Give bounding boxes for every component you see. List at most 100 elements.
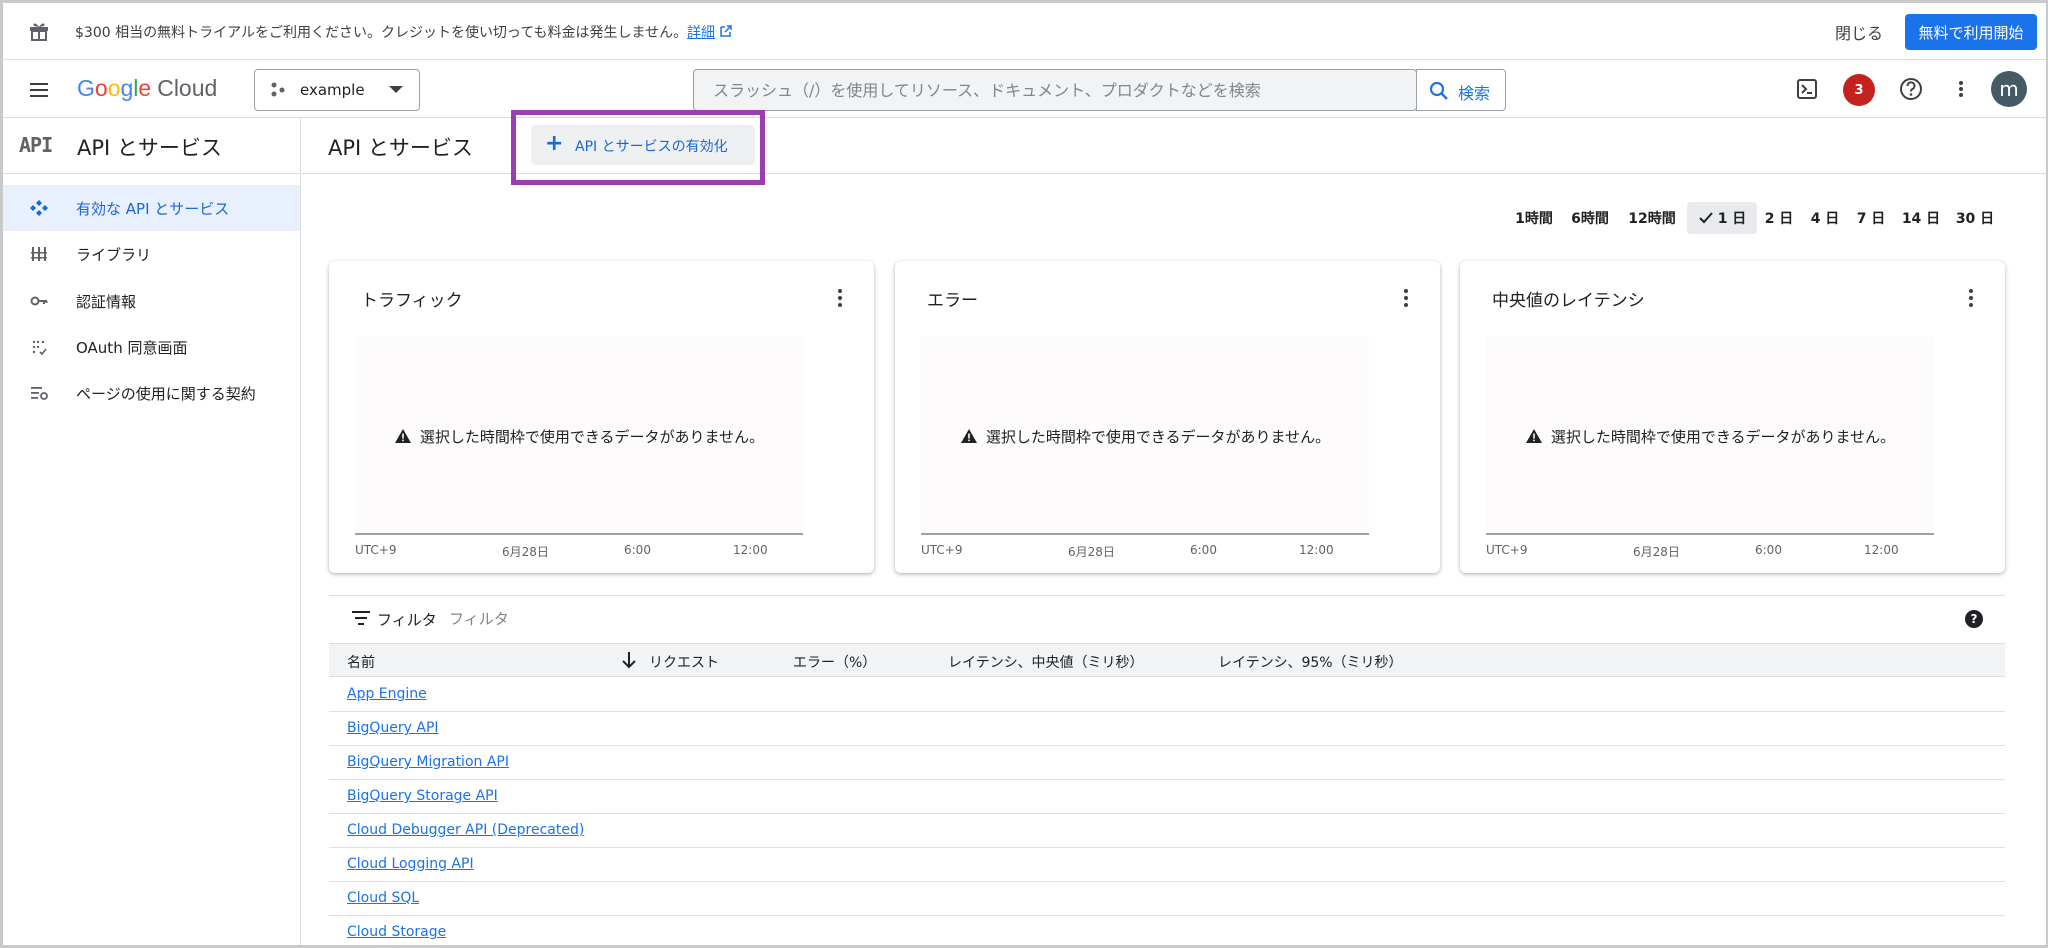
sidebar-title: API とサービス: [77, 136, 222, 160]
api-link[interactable]: Cloud SQL: [347, 890, 419, 906]
card-title: トラフィック: [361, 291, 463, 311]
filter-input[interactable]: [449, 604, 849, 634]
top-bar: GoogleCloud example 検索 3 m: [3, 61, 2046, 118]
sidebar-item-page-usage-agreements[interactable]: ページの使用に関する契約: [3, 370, 300, 416]
project-selector[interactable]: example: [254, 69, 420, 111]
warning-icon: [960, 429, 977, 443]
tick-label: UTC+9: [921, 543, 963, 557]
range-1d-label: 1 日: [1717, 211, 1747, 227]
column-errors[interactable]: エラー（%）: [793, 652, 876, 672]
tick-label: UTC+9: [355, 543, 397, 557]
warning-icon: [1525, 429, 1542, 443]
range-14d[interactable]: 14 日: [1899, 202, 1943, 234]
sidebar: API API とサービス 有効な API とサービス ライブラリ 認証情報 O…: [3, 118, 301, 945]
api-table: フィルタ ? 名前 リクエスト エラー（%） レイテンシ、中央値（ミリ秒） レイ…: [329, 595, 2005, 945]
sidebar-item-label: 有効な API とサービス: [76, 200, 230, 218]
arrow-down-icon[interactable]: [621, 650, 637, 670]
more-vert-icon[interactable]: [832, 287, 848, 309]
settings-list-icon: [31, 387, 48, 400]
api-link[interactable]: App Engine: [347, 686, 427, 702]
gift-icon: [30, 23, 48, 41]
project-name: example: [300, 81, 365, 99]
enable-apis-label: API とサービスの有効化: [575, 139, 728, 155]
table-row: BigQuery Migration API: [329, 746, 2005, 780]
search-input[interactable]: [695, 71, 1417, 109]
warning-icon: [394, 429, 411, 443]
tick-label: 6:00: [1755, 543, 1782, 557]
hamburger-menu-icon[interactable]: [27, 78, 51, 102]
api-link[interactable]: Cloud Storage: [347, 924, 446, 940]
tick-label: 6月28日: [502, 545, 549, 559]
range-6h[interactable]: 6時間: [1567, 202, 1613, 234]
trial-message: $300 相当の無料トライアルをご利用ください。クレジットを使い切っても料金は発…: [75, 25, 688, 41]
enable-button-highlight: + API とサービスの有効化: [511, 110, 765, 185]
enable-apis-button[interactable]: + API とサービスの有効化: [531, 125, 755, 165]
range-1h[interactable]: 1時間: [1511, 202, 1557, 234]
api-link[interactable]: BigQuery Migration API: [347, 754, 509, 770]
start-free-button[interactable]: 無料で利用開始: [1905, 14, 2037, 50]
api-link[interactable]: BigQuery API: [347, 720, 439, 736]
chart-plot-area: 選択した時間枠で使用できるデータがありません。: [921, 337, 1369, 535]
range-1d[interactable]: 1 日: [1687, 202, 1757, 234]
more-vert-icon[interactable]: [1398, 287, 1414, 309]
no-data-message: 選択した時間枠で使用できるデータがありません。: [1486, 337, 1934, 535]
table-row: BigQuery Storage API: [329, 780, 2005, 814]
sidebar-item-credentials[interactable]: 認証情報: [3, 278, 300, 324]
sidebar-item-oauth-consent[interactable]: OAuth 同意画面: [3, 324, 300, 370]
notifications-badge[interactable]: 3: [1843, 74, 1875, 106]
card-title: 中央値のレイテンシ: [1492, 291, 1645, 311]
project-icon: [271, 82, 285, 97]
filter-bar: フィルタ ?: [329, 596, 2005, 642]
sidebar-item-label: 認証情報: [76, 293, 137, 311]
help-icon[interactable]: ?: [1965, 610, 1983, 628]
search-button[interactable]: 検索: [1416, 69, 1506, 111]
api-link[interactable]: BigQuery Storage API: [347, 788, 498, 804]
range-4d[interactable]: 4 日: [1807, 202, 1843, 234]
account-avatar[interactable]: m: [1991, 71, 2027, 107]
sidebar-item-enabled-apis[interactable]: 有効な API とサービス: [3, 185, 300, 231]
column-latency-median[interactable]: レイテンシ、中央値（ミリ秒）: [948, 652, 1143, 672]
tick-label: 6:00: [624, 543, 651, 557]
range-7d[interactable]: 7 日: [1853, 202, 1889, 234]
sidebar-item-label: OAuth 同意画面: [76, 339, 188, 357]
caret-down-icon: [389, 86, 403, 93]
tick-label: UTC+9: [1486, 543, 1528, 557]
diamond-grid-icon: [30, 200, 48, 216]
library-icon: [31, 247, 47, 261]
help-icon[interactable]: [1895, 73, 1927, 105]
tick-label: 12:00: [733, 543, 768, 557]
trial-banner: $300 相当の無料トライアルをご利用ください。クレジットを使い切っても料金は発…: [3, 3, 2046, 60]
sidebar-item-label: ページの使用に関する契約: [76, 385, 256, 403]
close-banner-button[interactable]: 閉じる: [1835, 20, 1883, 44]
tick-label: 6月28日: [1068, 545, 1115, 559]
api-link[interactable]: Cloud Logging API: [347, 856, 474, 872]
column-requests[interactable]: リクエスト: [649, 652, 719, 672]
table-row: Cloud Storage: [329, 916, 2005, 945]
more-vert-icon[interactable]: [1945, 73, 1977, 105]
filter-icon[interactable]: [352, 611, 370, 625]
api-link[interactable]: Cloud Debugger API (Deprecated): [347, 822, 584, 838]
table-row: App Engine: [329, 678, 2005, 712]
details-link[interactable]: 詳細: [687, 22, 715, 42]
search-button-label: 検索: [1458, 84, 1491, 103]
google-cloud-logo[interactable]: Google Cloud: [77, 75, 217, 102]
api-icon: API: [19, 133, 53, 157]
search-box: [693, 69, 1417, 111]
more-vert-icon[interactable]: [1963, 287, 1979, 309]
tick-label: 6月28日: [1633, 545, 1680, 559]
column-latency-95[interactable]: レイテンシ、95%（ミリ秒）: [1218, 652, 1403, 672]
range-2d[interactable]: 2 日: [1761, 202, 1797, 234]
range-12h[interactable]: 12時間: [1625, 202, 1679, 234]
table-row: BigQuery API: [329, 712, 2005, 746]
cloud-shell-icon[interactable]: [1791, 73, 1823, 105]
tick-label: 6:00: [1190, 543, 1217, 557]
table-header: 名前 リクエスト エラー（%） レイテンシ、中央値（ミリ秒） レイテンシ、95%…: [329, 643, 2005, 677]
range-30d[interactable]: 30 日: [1953, 202, 1997, 234]
sidebar-item-label: ライブラリ: [76, 246, 152, 264]
sidebar-item-library[interactable]: ライブラリ: [3, 231, 300, 277]
table-row: Cloud SQL: [329, 882, 2005, 916]
check-icon: [1698, 212, 1713, 224]
external-link-icon[interactable]: [719, 24, 733, 38]
column-name[interactable]: 名前: [347, 652, 375, 672]
traffic-card: トラフィック 選択した時間枠で使用できるデータがありません。 UTC+9 6月2…: [329, 261, 874, 573]
